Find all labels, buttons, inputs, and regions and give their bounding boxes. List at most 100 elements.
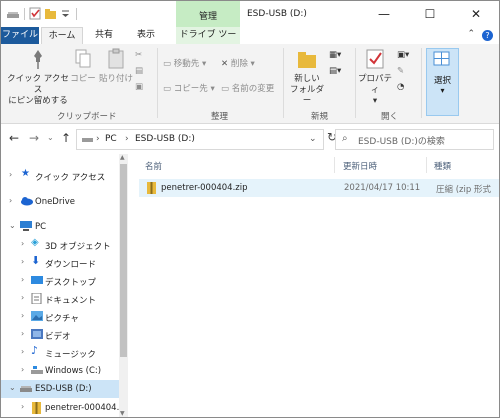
search-placeholder: ESD-USB (D:)の検索 — [358, 137, 445, 147]
scroll-up-icon[interactable]: ▲ — [120, 154, 125, 161]
expand-chevron-icon[interactable]: › — [21, 239, 24, 248]
nav-item-onedrive[interactable]: › OneDrive — [1, 193, 119, 211]
new-item-icon[interactable]: ▦▾ — [329, 50, 341, 60]
tab-share[interactable]: 共有 — [95, 27, 113, 44]
nav-item-pc[interactable]: ⌄ PC — [1, 218, 119, 236]
select-label: 選択 — [433, 76, 451, 86]
paste-shortcut-icon[interactable]: ▣ — [135, 82, 143, 92]
scroll-thumb[interactable] — [120, 164, 127, 357]
copy-icon — [75, 49, 91, 68]
nav-item-zip[interactable]: › penetrer-000404. — [1, 399, 119, 417]
nav-item-videos[interactable]: › ビデオ — [1, 326, 119, 344]
nav-item-documents[interactable]: › ドキュメント — [1, 290, 119, 308]
nav-item-desktop[interactable]: › デスクトップ — [1, 272, 119, 290]
history-icon[interactable]: ◔ — [397, 82, 404, 92]
usb-drive-icon — [20, 383, 32, 393]
column-header-type[interactable]: 種類 — [434, 160, 451, 172]
close-button[interactable]: ✕ — [453, 1, 499, 27]
desktop-icon — [31, 275, 43, 285]
properties-icon[interactable] — [29, 7, 42, 20]
nav-label: OneDrive — [35, 197, 75, 207]
recent-dropdown-icon[interactable]: ⌄ — [47, 133, 54, 142]
qat-dropdown-icon[interactable] — [59, 7, 72, 20]
manage-context-tab[interactable]: 管理 — [176, 1, 240, 27]
pin-to-quick-access-button[interactable]: クイック アクセス にピン留めする — [7, 48, 69, 107]
open-icon[interactable]: ▣▾ — [397, 50, 409, 60]
pin-label-line2: にピン留めする — [8, 96, 68, 106]
select-dropdown-icon: ▾ — [440, 86, 445, 95]
select-button[interactable]: 選択 ▾ — [426, 48, 459, 116]
download-arrow-icon: ⬇ — [31, 254, 41, 267]
edit-icon[interactable]: ✎ — [397, 66, 404, 76]
collapse-chevron-icon[interactable]: ⌄ — [9, 383, 16, 392]
expand-chevron-icon[interactable]: › — [9, 170, 12, 179]
paste-button[interactable]: 貼り付け — [99, 48, 133, 85]
address-dropdown-icon[interactable]: ⌄ — [309, 134, 317, 144]
new-folder-icon[interactable] — [44, 7, 57, 20]
breadcrumb-pc[interactable]: PC — [105, 134, 117, 144]
delete-button[interactable]: ✕ 削除 ▾ — [221, 57, 255, 69]
up-icon[interactable]: ↑ — [61, 131, 71, 145]
tab-file[interactable]: ファイル — [1, 27, 39, 44]
nav-item-esd-usb[interactable]: ⌄ ESD-USB (D:) — [1, 380, 119, 398]
maximize-button[interactable]: ☐ — [407, 1, 453, 27]
new-folder-label-line2: フォルダー — [289, 85, 324, 106]
search-box[interactable]: ⌕ ESD-USB (D:)の検索 — [335, 129, 494, 150]
rename-button[interactable]: ▭ 名前の変更 — [221, 82, 274, 94]
expand-chevron-icon[interactable]: › — [21, 275, 24, 284]
copy-to-label: コピー先 — [173, 84, 208, 94]
column-header-name[interactable]: 名前 — [145, 160, 162, 172]
expand-chevron-icon[interactable]: › — [21, 402, 24, 411]
copy-button[interactable]: コピー — [69, 48, 97, 85]
tab-drive-tools[interactable]: ドライブ ツール — [176, 27, 240, 57]
easy-access-icon[interactable]: ▤▾ — [329, 66, 341, 76]
select-icon — [433, 51, 450, 66]
copy-to-icon: ▭ — [163, 84, 172, 94]
nav-label: ピクチャ — [45, 314, 79, 324]
nav-item-pictures[interactable]: › ピクチャ — [1, 308, 119, 326]
cloud-icon — [20, 196, 33, 206]
collapse-chevron-icon[interactable]: ⌄ — [9, 221, 16, 230]
pictures-icon — [31, 311, 43, 321]
column-header-modified[interactable]: 更新日時 — [343, 160, 377, 172]
nav-item-quick-access[interactable]: › ★ クイック アクセス — [1, 167, 119, 185]
expand-chevron-icon[interactable]: › — [21, 311, 24, 320]
scroll-down-icon[interactable]: ▼ — [120, 410, 125, 417]
new-folder-button[interactable]: 新しい フォルダー — [287, 48, 327, 107]
nav-item-3d-objects[interactable]: › ◈ 3D オブジェクト — [1, 236, 119, 254]
nav-scrollbar[interactable]: ▲ ▼ — [119, 154, 128, 417]
expand-chevron-icon[interactable]: › — [21, 257, 24, 266]
copy-to-button[interactable]: ▭ コピー先 ▾ — [163, 82, 215, 94]
navigation-pane: › ★ クイック アクセス › OneDrive ⌄ PC › ◈ 3D オブジ… — [1, 154, 129, 417]
explorer-window: 管理 ESD-USB (D:) — ☐ ✕ ファイル ホーム 共有 表示 ドライ… — [0, 0, 500, 418]
window-title: ESD-USB (D:) — [247, 9, 307, 19]
move-to-button[interactable]: ▭ 移動先 ▾ — [163, 57, 206, 69]
expand-chevron-icon[interactable]: › — [21, 293, 24, 302]
properties-label: プロパティ — [357, 74, 392, 95]
ribbon-divider — [283, 48, 284, 118]
nav-item-music[interactable]: › ♪ ミュージック — [1, 344, 119, 362]
expand-chevron-icon[interactable]: › — [21, 329, 24, 338]
cut-icon[interactable]: ✂ — [135, 50, 142, 60]
tab-home[interactable]: ホーム — [41, 27, 83, 44]
nav-item-windows-c[interactable]: › Windows (C:) — [1, 362, 119, 380]
back-icon[interactable]: ← — [9, 131, 19, 145]
nav-item-downloads[interactable]: › ⬇ ダウンロード — [1, 254, 119, 272]
drive-icon[interactable] — [7, 7, 20, 20]
expand-chevron-icon[interactable]: › — [9, 196, 12, 205]
expand-chevron-icon[interactable]: › — [21, 365, 24, 374]
forward-icon[interactable]: → — [29, 131, 39, 145]
nav-label: ドキュメント — [45, 296, 97, 306]
expand-chevron-icon[interactable]: › — [21, 347, 24, 356]
tab-view[interactable]: 表示 — [137, 27, 155, 44]
copy-path-icon[interactable]: ▤ — [135, 66, 143, 76]
properties-button[interactable]: プロパティ ▾ — [357, 48, 393, 107]
collapse-ribbon-icon[interactable]: ⌃ — [467, 29, 475, 39]
column-divider[interactable] — [334, 157, 335, 173]
help-icon[interactable]: ? — [482, 30, 493, 41]
minimize-button[interactable]: — — [361, 1, 407, 27]
breadcrumb-drive[interactable]: ESD-USB (D:) — [135, 134, 195, 144]
column-divider[interactable] — [426, 157, 427, 173]
address-bar[interactable]: › PC › ESD-USB (D:) ⌄ — [76, 129, 324, 150]
file-row[interactable]: penetrer-000404.zip 2021/04/17 10:11 圧縮 … — [139, 179, 499, 197]
